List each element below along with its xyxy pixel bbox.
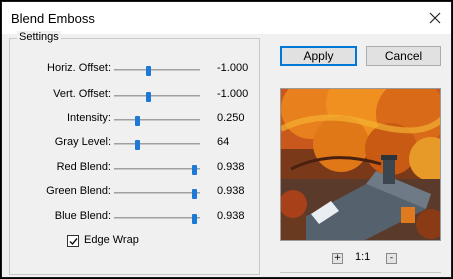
- red-blend-row: Red Blend: 0.938: [10, 159, 259, 179]
- green-blend-row: Green Blend: 0.938: [10, 183, 259, 203]
- close-icon: [429, 12, 441, 24]
- settings-group: Settings Horiz. Offset: -1.000 Vert. Off…: [9, 31, 260, 275]
- intensity-row: Intensity: 0.250: [10, 110, 259, 130]
- green-blend-slider-thumb[interactable]: [191, 189, 197, 199]
- vert-offset-label: Vert. Offset:: [53, 88, 111, 100]
- intensity-label: Intensity:: [66, 112, 111, 124]
- red-blend-slider-thumb[interactable]: [191, 165, 197, 175]
- green-blend-value: 0.938: [217, 185, 245, 197]
- horiz-offset-slider[interactable]: [114, 66, 200, 76]
- blue-blend-slider-thumb[interactable]: [191, 214, 197, 224]
- vert-offset-row: Vert. Offset: -1.000: [10, 86, 259, 106]
- intensity-slider[interactable]: [114, 116, 200, 126]
- horiz-offset-slider-thumb[interactable]: [146, 66, 152, 76]
- blend-emboss-dialog: Blend Emboss Settings Horiz. Offset: -1.…: [1, 1, 452, 278]
- horiz-offset-row: Horiz. Offset: -1.000: [10, 60, 259, 80]
- vert-offset-slider[interactable]: [114, 92, 200, 102]
- red-blend-value: 0.938: [217, 161, 245, 173]
- horiz-offset-label: Horiz. Offset:: [47, 62, 111, 74]
- zoom-plus-button[interactable]: +: [332, 253, 343, 264]
- intensity-slider-thumb[interactable]: [135, 116, 141, 126]
- checkmark-icon: [69, 237, 78, 245]
- blue-blend-slider[interactable]: [114, 214, 200, 224]
- preview-image: [280, 88, 441, 241]
- edge-wrap-label: Edge Wrap: [84, 234, 139, 246]
- red-blend-label: Red Blend:: [56, 161, 111, 173]
- apply-button[interactable]: Apply: [280, 46, 357, 66]
- green-blend-label: Green Blend:: [46, 185, 111, 197]
- horiz-offset-value: -1.000: [217, 62, 249, 74]
- blue-blend-value: 0.938: [217, 210, 245, 222]
- cancel-button[interactable]: Cancel: [366, 46, 441, 66]
- green-blend-slider[interactable]: [114, 189, 200, 199]
- red-blend-slider[interactable]: [114, 165, 200, 175]
- gray-level-slider-thumb[interactable]: [135, 140, 141, 150]
- close-button[interactable]: [422, 6, 448, 30]
- divider: [280, 272, 441, 273]
- gray-level-label: Gray Level:: [54, 136, 111, 148]
- title-bar: Blend Emboss: [2, 2, 451, 34]
- gray-level-value: 64: [217, 136, 230, 148]
- vert-offset-slider-thumb[interactable]: [146, 92, 152, 102]
- blue-blend-label: Blue Blend:: [54, 210, 111, 222]
- edge-wrap-checkbox[interactable]: [67, 235, 79, 247]
- dialog-title: Blend Emboss: [11, 11, 95, 26]
- vert-offset-value: -1.000: [217, 88, 249, 100]
- settings-legend: Settings: [17, 31, 61, 43]
- blue-blend-row: Blue Blend: 0.938: [10, 208, 259, 228]
- preview-picture: [281, 89, 440, 240]
- gray-level-row: Gray Level: 64: [10, 134, 259, 154]
- gray-level-slider[interactable]: [114, 140, 200, 150]
- zoom-level: 1:1: [355, 251, 371, 263]
- zoom-minus-button[interactable]: -: [386, 253, 397, 264]
- intensity-value: 0.250: [217, 112, 245, 124]
